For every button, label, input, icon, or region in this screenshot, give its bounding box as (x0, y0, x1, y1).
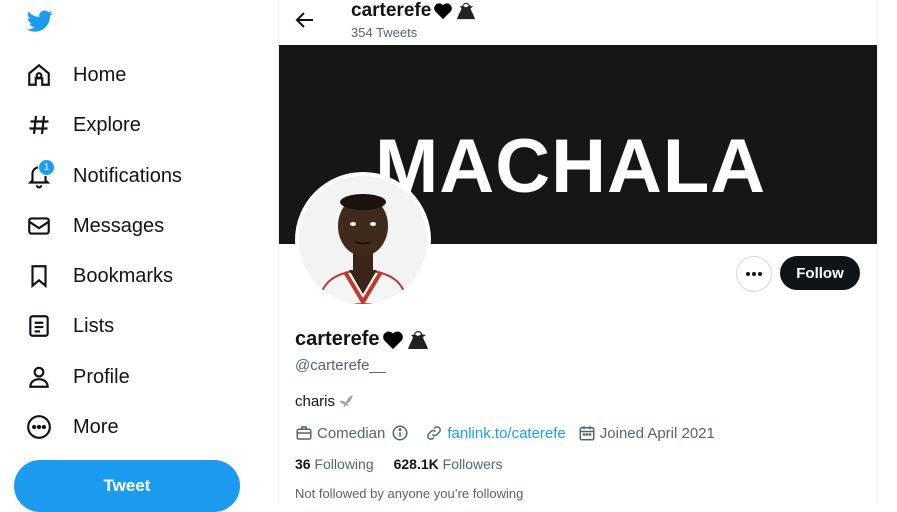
banner-text: MACHALA (375, 124, 767, 209)
following-stat[interactable]: 36 Following (295, 456, 374, 472)
profile-name: carterefe (295, 328, 430, 351)
nav-profile[interactable]: Profile (25, 357, 130, 397)
followers-stat[interactable]: 628.1K Followers (394, 456, 503, 472)
link-icon (427, 426, 442, 440)
joined-text: Joined April 2021 (599, 424, 715, 442)
hashtag-icon (25, 111, 53, 139)
nav-notifications-label: Notifications (73, 164, 182, 187)
back-arrow-icon[interactable] (293, 8, 317, 32)
following-count: 36 (295, 456, 311, 472)
tweet-button[interactable]: Tweet (14, 460, 240, 512)
nav-profile-label: Profile (73, 365, 130, 388)
link-item[interactable]: fanlink.to/caterefe (425, 424, 566, 442)
home-icon (25, 61, 53, 89)
avatar-photo (299, 176, 427, 304)
header-name-text: carterefe (351, 0, 432, 21)
nav-bookmarks[interactable]: Bookmarks (25, 256, 173, 296)
eagle-icon (406, 329, 430, 351)
nav-more[interactable]: More (25, 407, 119, 447)
profile-link[interactable]: fanlink.to/caterefe (447, 425, 565, 442)
briefcase-icon (296, 426, 312, 440)
profile-bio: charis (295, 392, 355, 410)
notification-badge: 1 (38, 159, 55, 176)
profile-column: carterefe 354 Tweets MACHALA Follow cart… (278, 0, 878, 505)
bio-text: charis (295, 392, 336, 410)
not-followed-note: Not followed by anyone you’re following (295, 486, 524, 501)
calendar-icon (579, 426, 595, 441)
more-options-button[interactable] (736, 256, 772, 292)
follow-stats: 36 Following 628.1K Followers (295, 456, 523, 472)
list-icon (25, 312, 53, 340)
profile-name-text: carterefe (295, 328, 380, 350)
profile-header: carterefe 354 Tweets (279, 0, 877, 45)
sidebar: Home Explore 1 Notifications Messages Bo… (0, 0, 278, 512)
twitter-logo-icon[interactable] (26, 8, 54, 34)
nav-lists-label: Lists (73, 314, 115, 337)
nav-messages-label: Messages (73, 214, 165, 237)
nav-more-label: More (73, 415, 119, 438)
envelope-icon (25, 212, 53, 240)
nav-notifications[interactable]: 1 Notifications (25, 156, 182, 196)
nav-home[interactable]: Home (25, 55, 126, 95)
profile-meta: Comedian fanlink.to/caterefe Joined Apri… (295, 424, 727, 442)
nav-home-label: Home (73, 63, 127, 86)
dove-icon (337, 392, 355, 410)
nav-bookmarks-label: Bookmarks (73, 264, 174, 287)
followers-count: 628.1K (393, 456, 439, 472)
tweet-count: 354 Tweets (351, 25, 418, 40)
following-label: Following (314, 456, 374, 472)
nav-explore[interactable]: Explore (25, 105, 141, 145)
nav-lists[interactable]: Lists (25, 306, 114, 346)
header-name: carterefe (351, 0, 477, 22)
nav-explore-label: Explore (73, 113, 141, 136)
nav-messages[interactable]: Messages (25, 206, 164, 246)
info-icon[interactable] (391, 424, 409, 442)
category-item: Comedian (295, 424, 413, 442)
black-heart-icon (382, 330, 404, 350)
followers-label: Followers (442, 456, 503, 472)
bookmark-icon (25, 262, 53, 290)
category-text: Comedian (317, 424, 386, 442)
profile-handle: @carterefe__ (295, 357, 387, 374)
eagle-icon (455, 1, 477, 21)
black-heart-icon (433, 2, 453, 20)
more-circle-icon (25, 413, 53, 441)
ellipsis-icon (746, 272, 762, 276)
joined-item: Joined April 2021 (578, 424, 715, 442)
avatar[interactable] (295, 172, 431, 308)
bell-icon: 1 (25, 159, 55, 190)
follow-button[interactable]: Follow (780, 256, 860, 290)
person-icon (25, 363, 53, 391)
